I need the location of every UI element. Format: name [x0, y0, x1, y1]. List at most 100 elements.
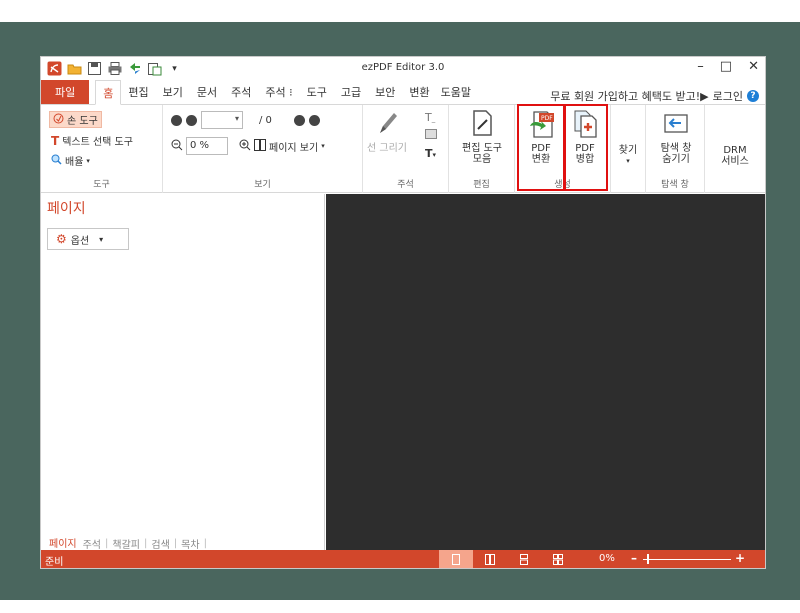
first-page-icon[interactable]	[171, 114, 182, 126]
find-button[interactable]: 찾기 ▾	[613, 145, 643, 167]
find-label: 찾기	[618, 145, 638, 156]
panel-tab-toc[interactable]: 목차	[177, 536, 203, 551]
hand-tool-button[interactable]: 손 도구	[49, 111, 102, 128]
panel-tab-annotations[interactable]: 주석	[79, 536, 105, 551]
panel-tab-bookmarks[interactable]: 책갈피	[108, 536, 144, 551]
chevron-down-icon: ▾	[99, 234, 104, 244]
group-tools-label: 도구	[93, 180, 110, 190]
draw-line-button[interactable]: 선 그리기	[367, 109, 407, 154]
chevron-down-icon: ▾	[86, 156, 90, 165]
tab-document[interactable]: 문서	[190, 80, 224, 104]
drm-service-button[interactable]: DRM 서비스	[709, 145, 761, 167]
tab-home[interactable]: 홈	[95, 80, 122, 105]
group-annotation-label: 주석	[397, 180, 414, 190]
chevron-down-icon: ▾	[626, 157, 630, 165]
separator: |	[203, 537, 207, 549]
app-window: ▾ ezPDF Editor 3.0 – □ ✕ 파일 홈 편집 보기 문서 주…	[40, 56, 766, 569]
tab-file[interactable]: 파일	[41, 80, 90, 104]
options-dropdown[interactable]: ⚙ 옵션 ▾	[47, 228, 129, 250]
single-page-view-icon[interactable]	[439, 550, 473, 568]
continuous-view-icon[interactable]	[507, 550, 541, 568]
zoom-tool-button[interactable]: 배율 ▾	[51, 153, 90, 168]
text-select-icon: T	[51, 133, 60, 148]
tab-annotation[interactable]: 주석	[224, 80, 258, 104]
edit-tools-label-1: 편집 도구	[462, 143, 502, 154]
hide-nav-label-2: 숨기기	[662, 154, 690, 165]
zoom-input[interactable]: 0 %	[186, 137, 228, 155]
edit-tools-button[interactable]: 편집 도구 모음	[457, 109, 507, 165]
tab-annotation-more[interactable]: 주석 ⁝	[258, 80, 299, 104]
zoom-in-icon[interactable]	[239, 139, 251, 154]
zoom-out-icon[interactable]	[171, 139, 183, 154]
panel-title: 페이지	[47, 201, 86, 217]
tab-tools[interactable]: 도구	[300, 80, 334, 104]
group-drm: DRM 서비스	[705, 105, 765, 193]
group-view-label: 보기	[254, 180, 271, 190]
login-link[interactable]: 로그인	[713, 88, 743, 104]
prev-page-icon[interactable]	[186, 114, 197, 126]
highlight-pdf-convert	[517, 104, 565, 191]
maximize-button[interactable]: □	[720, 59, 732, 74]
tab-edit[interactable]: 편집	[121, 80, 155, 104]
group-find: 찾기 ▾	[611, 105, 645, 193]
help-icon[interactable]: ?	[747, 90, 759, 102]
zoom-slider-thumb[interactable]	[647, 554, 649, 564]
document-viewer[interactable]	[326, 194, 765, 551]
drm-label-2: 서비스	[721, 156, 749, 167]
hide-nav-label-1: 탐색 창	[660, 143, 692, 154]
window-controls: – □ ✕	[697, 59, 759, 74]
page-number-input[interactable]: ▾	[201, 111, 243, 129]
close-button[interactable]: ✕	[748, 59, 759, 74]
zoom-controls: 0 % 페이지 보기 ▾	[171, 137, 325, 155]
pen-icon	[374, 109, 400, 137]
highlight-pdf-merge	[564, 104, 608, 191]
last-page-icon[interactable]	[308, 114, 320, 126]
panel-tabs: 페이지 주석 | 책갈피 | 검색 | 목차 |	[41, 535, 207, 551]
hide-nav-pane-button[interactable]: 탐색 창 숨기기	[652, 109, 700, 165]
status-zoom-value: 0%	[599, 553, 615, 564]
tab-security[interactable]: 보안	[368, 80, 402, 104]
page-view-button[interactable]: 페이지 보기	[269, 139, 318, 154]
next-page-icon[interactable]	[293, 114, 305, 126]
zoom-tool-label: 배율	[65, 157, 84, 168]
tab-convert[interactable]: 변환	[402, 80, 436, 104]
continuous-two-page-view-icon[interactable]	[541, 550, 575, 568]
tab-extras: 무료 회원 가입하고 혜택도 받고!▶ 로그인 ?	[550, 88, 765, 104]
zoom-in-button[interactable]: +	[735, 551, 745, 565]
group-nav-pane-label: 탐색 창	[661, 180, 689, 190]
draw-line-label: 선 그리기	[367, 143, 407, 154]
group-tools: 손 도구 T 텍스트 선택 도구 배율 ▾ 도구	[41, 105, 163, 193]
zoom-tool-icon	[51, 154, 62, 168]
tab-help[interactable]: 도움말	[437, 80, 475, 104]
status-text: 준비	[45, 557, 64, 568]
panel-tab-pages[interactable]: 페이지	[47, 535, 79, 551]
hand-tool-label: 손 도구	[67, 116, 98, 127]
ribbon-tabs: 파일 홈 편집 보기 문서 주석 주석 ⁝ 도구 고급 보안 변환 도움말 무료…	[41, 80, 765, 105]
group-view: ▾ / 0 0 % 페이지 보기 ▾ 보기	[163, 105, 363, 193]
text-select-tool-button[interactable]: T 텍스트 선택 도구	[51, 133, 133, 149]
page-view-icon	[254, 138, 266, 154]
hand-icon	[53, 113, 64, 127]
promo-link[interactable]: 무료 회원 가입하고 혜택도 받고!▶	[550, 88, 708, 104]
zoom-out-button[interactable]: –	[631, 551, 637, 565]
text-color-icon[interactable]: T▾	[425, 147, 436, 160]
two-page-view-icon[interactable]	[473, 550, 507, 568]
window-title: ezPDF Editor 3.0	[361, 62, 445, 73]
view-mode-buttons	[439, 550, 575, 568]
page-nav: ▾ / 0	[171, 111, 320, 129]
chevron-down-icon: ▾	[321, 142, 325, 150]
panel-tab-search[interactable]: 검색	[147, 536, 173, 551]
tab-view[interactable]: 보기	[156, 80, 190, 104]
title-bar: ▾ ezPDF Editor 3.0 – □ ✕	[41, 57, 765, 81]
status-bar: 준비 0% – +	[41, 550, 765, 568]
gear-icon: ⚙	[56, 232, 67, 246]
minimize-button[interactable]: –	[697, 59, 704, 74]
image-annot-icon[interactable]	[425, 129, 437, 142]
page-total: / 0	[259, 114, 272, 126]
edit-tools-label-2: 모음	[472, 154, 492, 165]
zoom-slider[interactable]	[643, 559, 731, 560]
group-edit-label: 편집	[473, 180, 490, 190]
tab-advanced[interactable]: 고급	[334, 80, 368, 104]
text-select-label: 텍스트 선택 도구	[62, 137, 133, 148]
text-annot-icon[interactable]: T_	[425, 111, 435, 124]
